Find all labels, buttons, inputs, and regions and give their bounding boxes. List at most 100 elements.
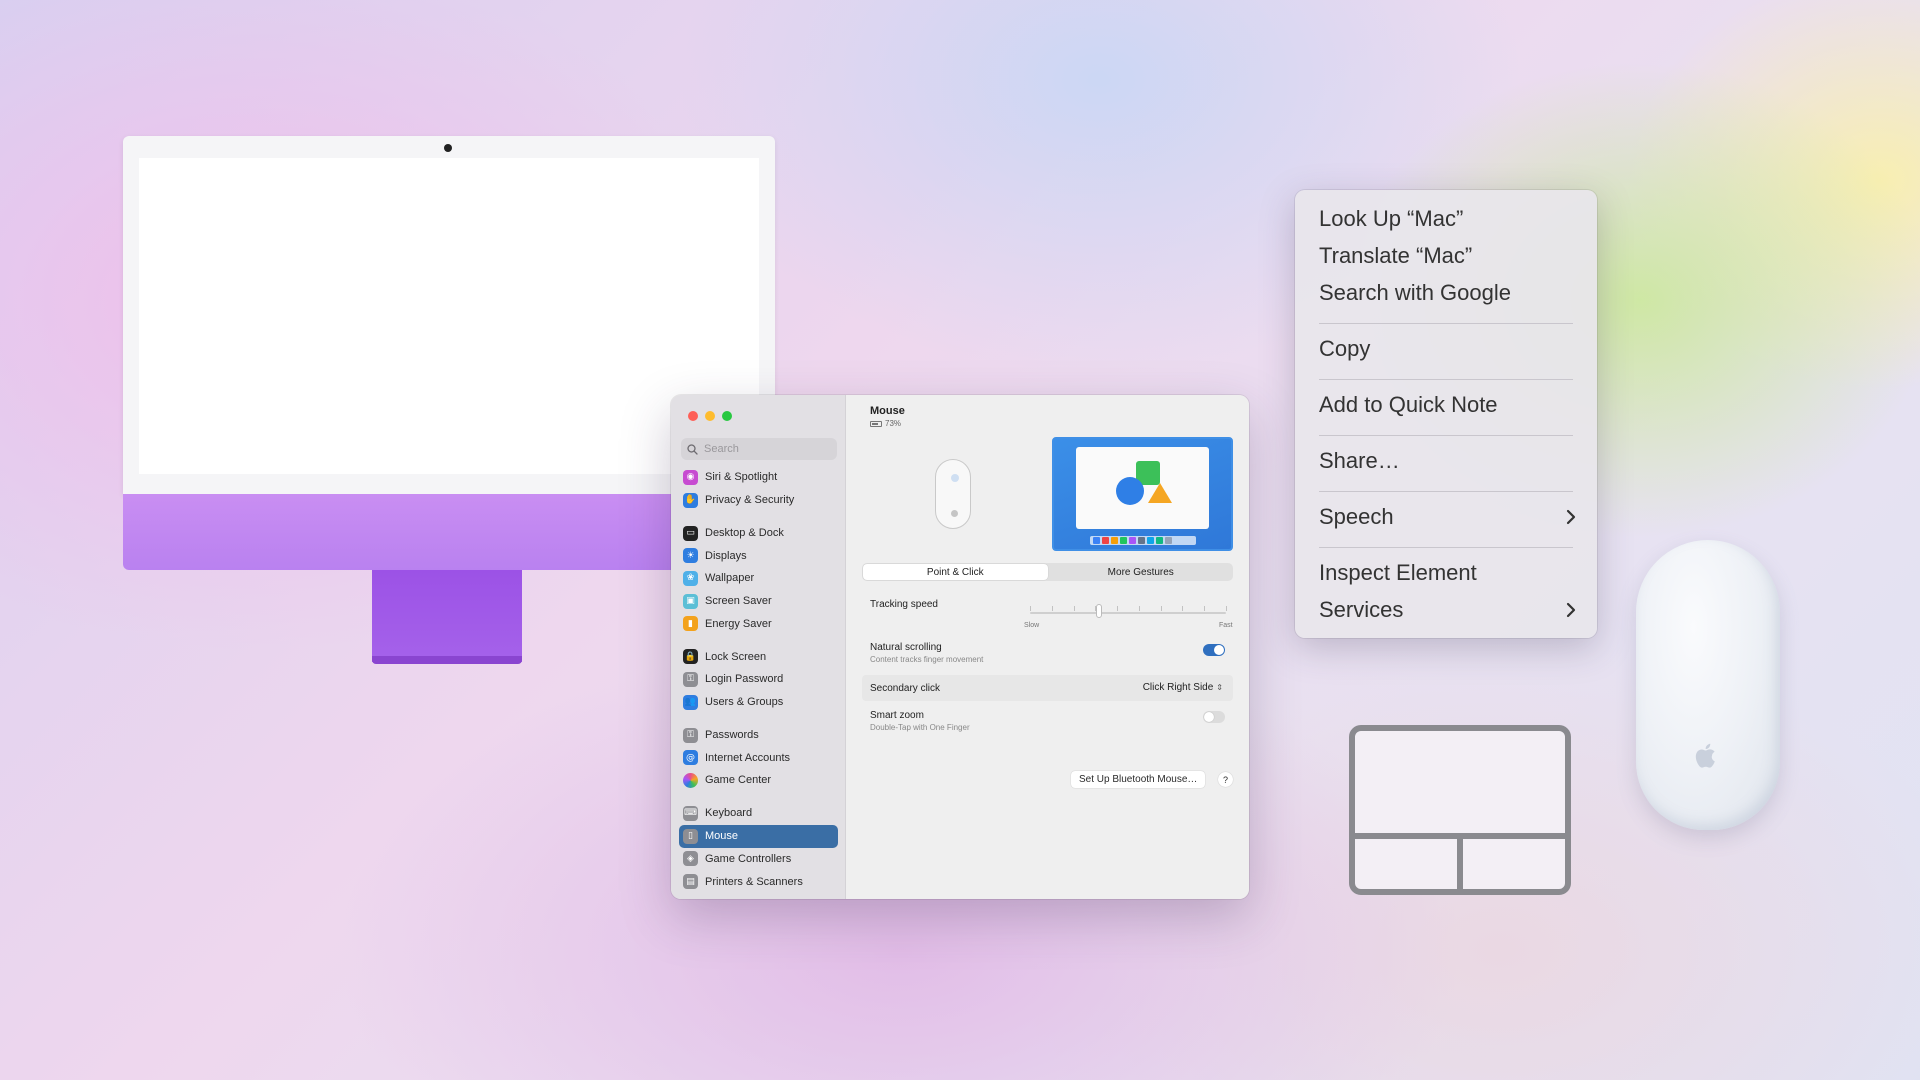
siri-icon: ◉ [683, 469, 698, 485]
sidebar-item-label: Screen Saver [705, 595, 772, 608]
close-window-button[interactable] [688, 411, 698, 421]
slider-tick [1030, 606, 1031, 611]
sidebar-item-siri-spotlight[interactable]: ◉ Siri & Spotlight [679, 466, 838, 489]
settings-group: Tracking speed Slow Fast Natural scrolli… [862, 593, 1233, 763]
menu-item-label: Translate “Mac” [1319, 242, 1473, 268]
natural-scrolling-toggle[interactable] [1203, 644, 1225, 656]
menu-item-share[interactable]: Share… [1319, 442, 1579, 479]
menu-item-translate-mac[interactable]: Translate “Mac” [1319, 237, 1579, 274]
smart-zoom-toggle[interactable] [1203, 711, 1225, 723]
menu-item-label: Share… [1319, 447, 1400, 473]
pane-tabs: Point & Click More Gestures [862, 563, 1233, 581]
sidebar-item-game-center[interactable]: Game Center [679, 769, 838, 792]
menu-item-label: Copy [1319, 335, 1371, 361]
slider-tick [1052, 606, 1053, 611]
smart-zoom-label: Smart zoom [870, 710, 924, 721]
context-menu: Look Up “Mac” Translate “Mac” Search with … [1295, 190, 1597, 638]
tab-more-gestures[interactable]: More Gestures [1049, 563, 1234, 581]
mouse-illustration [934, 459, 971, 529]
system-settings-window: ◉ Siri & Spotlight ✋ Privacy & Security ▭ Des… [671, 395, 1249, 899]
sidebar-item-wallpaper[interactable]: ❀ Wallpaper [679, 567, 838, 590]
help-button[interactable]: ? [1218, 772, 1233, 787]
sidebar-item-label: Privacy & Security [705, 494, 795, 507]
sidebar-item-label: Energy Saver [705, 617, 772, 630]
sidebar-item-mouse[interactable]: ▯ Mouse [679, 824, 838, 848]
slider-tick [1117, 606, 1118, 611]
imac-camera [444, 144, 452, 152]
sidebar-item-label: Users & Groups [705, 696, 784, 709]
menu-separator [1319, 547, 1573, 548]
sidebar-item-login-password[interactable]: ⚿ Login Password [679, 668, 838, 691]
sidebar-item-printers-scanners[interactable]: ▤ Printers & Scanners [679, 870, 838, 893]
menu-item-inspect-element[interactable]: Inspect Element [1319, 554, 1579, 591]
preview-dock [1090, 536, 1196, 545]
menu-item-search-with-google[interactable]: Search with Google [1319, 274, 1579, 311]
wallpaper-icon: ❀ [683, 570, 698, 586]
secondary-click-popup[interactable]: Click Right Side ⇕ [1143, 682, 1223, 693]
keyboard-icon: ⌨ [683, 805, 698, 821]
users-icon: 👥 [683, 694, 698, 710]
slider-tick [1226, 606, 1227, 611]
sidebar-item-label: Desktop & Dock [705, 527, 784, 540]
smart-zoom-row: Smart zoom Double-Tap with One Finger [862, 705, 1233, 741]
sidebar-list: ◉ Siri & Spotlight ✋ Privacy & Security ▭ Des… [679, 466, 838, 893]
menu-item-label: Speech [1319, 503, 1394, 529]
menu-item-copy[interactable]: Copy [1319, 330, 1579, 367]
gamecenter-icon [683, 772, 698, 788]
sidebar-item-keyboard[interactable]: ⌨ Keyboard [679, 802, 838, 825]
sidebar-item-passwords[interactable]: ⚿ Passwords [679, 724, 838, 747]
printer-icon: ▤ [683, 874, 698, 890]
sidebar-item-label: Internet Accounts [705, 751, 790, 764]
trackpad-illustration [1349, 725, 1571, 895]
gamecontroller-icon: ◈ [683, 851, 698, 867]
imac-display [139, 158, 759, 474]
slider-tick [1139, 606, 1140, 611]
tab-point-and-click[interactable]: Point & Click [863, 564, 1048, 580]
sun-icon: ☀ [683, 548, 698, 564]
menu-item-speech[interactable]: Speech [1319, 498, 1579, 535]
secondary-click-value: Click Right Side [1142, 682, 1214, 693]
tracking-speed-label: Tracking speed [870, 599, 938, 610]
slider-tick [1204, 606, 1205, 611]
sidebar-item-lock-screen[interactable]: 🔒 Lock Screen [679, 645, 838, 668]
settings-sidebar: ◉ Siri & Spotlight ✋ Privacy & Security ▭ Des… [671, 395, 846, 899]
menu-separator [1319, 435, 1573, 436]
sidebar-item-energy-saver[interactable]: ▮ Energy Saver [679, 612, 838, 635]
screensaver-icon: ▣ [683, 593, 698, 609]
tracking-speed-slider[interactable] [1030, 612, 1226, 614]
sidebar-item-label: Game Controllers [705, 852, 792, 865]
sidebar-item-users-groups[interactable]: 👥 Users & Groups [679, 691, 838, 714]
setup-bluetooth-mouse-button[interactable]: Set Up Bluetooth Mouse… [1071, 771, 1206, 788]
preview-window [1076, 447, 1209, 529]
sidebar-search[interactable] [681, 438, 837, 460]
slider-tick [1161, 606, 1162, 611]
slider-tick [1074, 606, 1075, 611]
zoom-window-button[interactable] [722, 411, 732, 421]
natural-scrolling-label: Natural scrolling [870, 642, 942, 653]
sidebar-item-privacy-security[interactable]: ✋ Privacy & Security [679, 489, 838, 512]
menu-separator [1319, 379, 1573, 380]
menu-item-services[interactable]: Services [1319, 591, 1579, 628]
sidebar-item-label: Printers & Scanners [705, 875, 803, 888]
at-icon: @ [683, 750, 698, 766]
tracking-speed-slider-thumb[interactable] [1095, 604, 1102, 618]
search-icon [687, 443, 699, 455]
sidebar-item-label: Displays [705, 549, 747, 562]
mouse-icon: ▯ [683, 828, 698, 844]
sidebar-item-label: Siri & Spotlight [705, 471, 778, 484]
chevron-right-icon [1565, 507, 1579, 527]
sidebar-item-displays[interactable]: ☀ Displays [679, 544, 838, 567]
search-input[interactable] [704, 443, 834, 455]
sidebar-item-internet-accounts[interactable]: @ Internet Accounts [679, 746, 838, 769]
sidebar-item-game-controllers[interactable]: ◈ Game Controllers [679, 848, 838, 871]
tracking-speed-row: Tracking speed Slow Fast [862, 593, 1233, 637]
menu-item-label: Services [1319, 596, 1404, 622]
menu-item-look-up-mac[interactable]: Look Up “Mac” [1319, 200, 1579, 237]
menu-item-add-to-quick-note[interactable]: Add to Quick Note [1319, 386, 1579, 423]
dock-icon: ▭ [683, 525, 698, 541]
menu-item-label: Search with Google [1319, 279, 1511, 305]
sidebar-item-desktop-dock[interactable]: ▭ Desktop & Dock [679, 522, 838, 545]
slider-tick [1182, 606, 1183, 611]
minimize-window-button[interactable] [705, 411, 715, 421]
sidebar-item-screen-saver[interactable]: ▣ Screen Saver [679, 590, 838, 613]
